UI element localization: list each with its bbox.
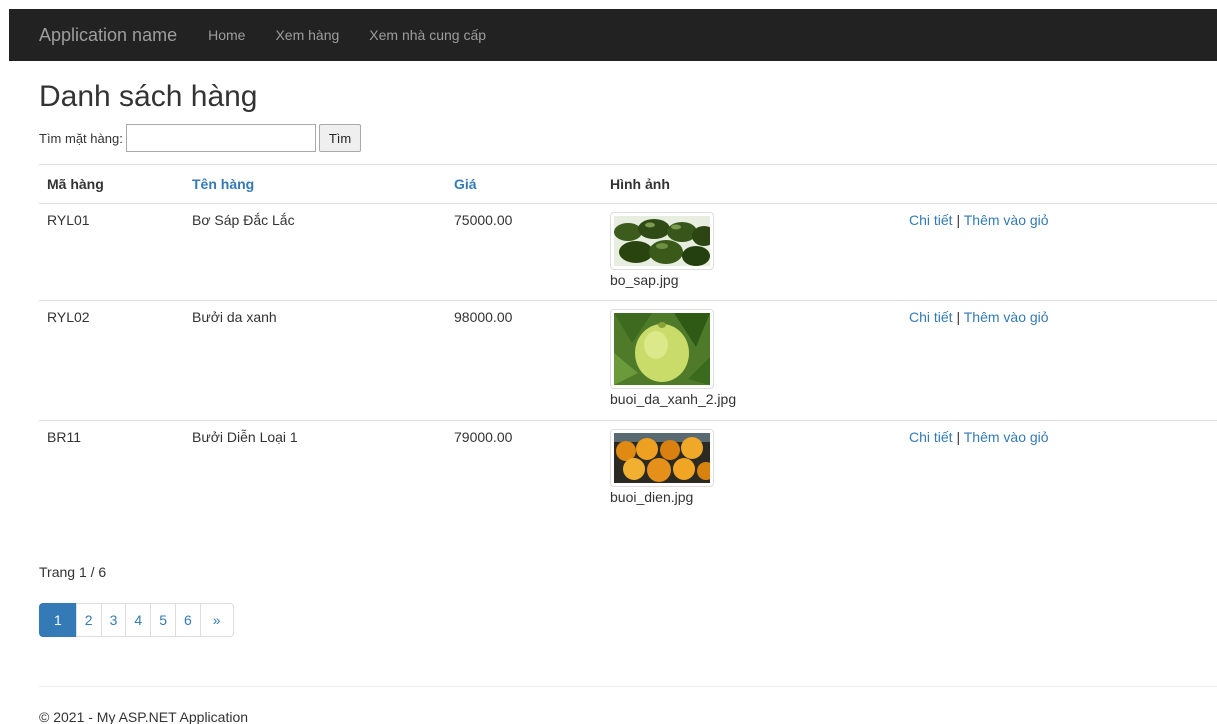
search-label: Tìm mặt hàng: — [39, 130, 123, 146]
cell-name: Bưởi da xanh — [184, 300, 446, 421]
action-separator: | — [956, 429, 961, 445]
image-filename: buoi_dien.jpg — [610, 489, 694, 505]
footer-text: © 2021 - My ASP.NET Application — [39, 709, 249, 724]
detail-link[interactable]: Chi tiết — [909, 212, 953, 228]
cell-name: Bơ Sáp Đắc Lắc — [184, 203, 446, 301]
page-link-3[interactable]: 3 — [100, 603, 127, 637]
header-code: Mã hàng — [39, 164, 184, 204]
cell-actions: Chi tiết | Thêm vào giỏ — [901, 420, 1217, 531]
cell-image: bo_sap.jpg — [602, 203, 901, 301]
detail-link[interactable]: Chi tiết — [909, 429, 953, 445]
page-title: Danh sách hàng — [39, 80, 258, 113]
product-thumbnail-dien-pomelo — [610, 429, 714, 487]
cell-code: RYL01 — [39, 203, 184, 301]
page-link-5[interactable]: 5 — [150, 603, 176, 637]
header-name: Tên hàng — [184, 164, 446, 204]
add-to-cart-link[interactable]: Thêm vào giỏ — [964, 309, 1049, 325]
add-to-cart-link[interactable]: Thêm vào giỏ — [964, 212, 1049, 228]
page-link-6[interactable]: 6 — [174, 603, 201, 637]
product-table: Mã hàng Tên hàng Giá Hình ảnh RYL01 Bơ S… — [39, 164, 1217, 531]
sort-by-name-link[interactable]: Tên hàng — [192, 176, 254, 192]
cell-image: buoi_da_xanh_2.jpg — [602, 300, 901, 421]
cell-name: Bưởi Diễn Loại 1 — [184, 420, 446, 531]
cell-price: 79000.00 — [446, 420, 602, 531]
action-separator: | — [956, 309, 961, 325]
cell-price: 75000.00 — [446, 203, 602, 301]
cell-actions: Chi tiết | Thêm vào giỏ — [901, 203, 1217, 301]
header-image: Hình ảnh — [602, 164, 901, 204]
nav-link-home[interactable]: Home — [208, 27, 245, 43]
search-form: Tìm mặt hàng: Tìm — [39, 124, 362, 152]
page-link-4[interactable]: 4 — [125, 603, 152, 637]
nav-link-products[interactable]: Xem hàng — [275, 27, 339, 43]
product-thumbnail-avocado — [610, 212, 714, 270]
page-link-2[interactable]: 2 — [75, 603, 102, 637]
sort-by-price-link[interactable]: Giá — [454, 176, 477, 192]
pagination: 1 2 3 4 5 6 » — [39, 603, 234, 637]
nav-link-suppliers[interactable]: Xem nhà cung cấp — [369, 27, 486, 43]
header-actions — [901, 164, 1217, 204]
search-button[interactable]: Tìm — [318, 124, 362, 152]
add-to-cart-link[interactable]: Thêm vào giỏ — [964, 429, 1049, 445]
footer-divider — [39, 686, 1217, 687]
product-thumbnail-green-pomelo — [610, 309, 714, 389]
page-info: Trang 1 / 6 — [39, 564, 107, 580]
cell-image: buoi_dien.jpg — [602, 420, 901, 531]
brand-link[interactable]: Application name — [39, 25, 177, 46]
table-row: RYL01 Bơ Sáp Đắc Lắc 75000.00 bo_sap.jpg… — [39, 203, 1217, 301]
cell-code: BR11 — [39, 420, 184, 531]
table-header-row: Mã hàng Tên hàng Giá Hình ảnh — [39, 164, 1217, 204]
page-link-1[interactable]: 1 — [39, 603, 77, 637]
top-navbar: Application name Home Xem hàng Xem nhà c… — [9, 9, 1217, 61]
table-row: BR11 Bưởi Diễn Loại 1 79000.00 buoi_dien… — [39, 420, 1217, 531]
cell-code: RYL02 — [39, 300, 184, 421]
cell-actions: Chi tiết | Thêm vào giỏ — [901, 300, 1217, 421]
image-filename: bo_sap.jpg — [610, 272, 679, 288]
detail-link[interactable]: Chi tiết — [909, 309, 953, 325]
image-filename: buoi_da_xanh_2.jpg — [610, 391, 737, 407]
header-price: Giá — [446, 164, 602, 204]
action-separator: | — [956, 212, 961, 228]
table-row: RYL02 Bưởi da xanh 98000.00 buoi_da_xanh… — [39, 300, 1217, 421]
search-input[interactable] — [125, 124, 316, 152]
cell-price: 98000.00 — [446, 300, 602, 421]
next-page-link[interactable]: » — [199, 603, 234, 637]
